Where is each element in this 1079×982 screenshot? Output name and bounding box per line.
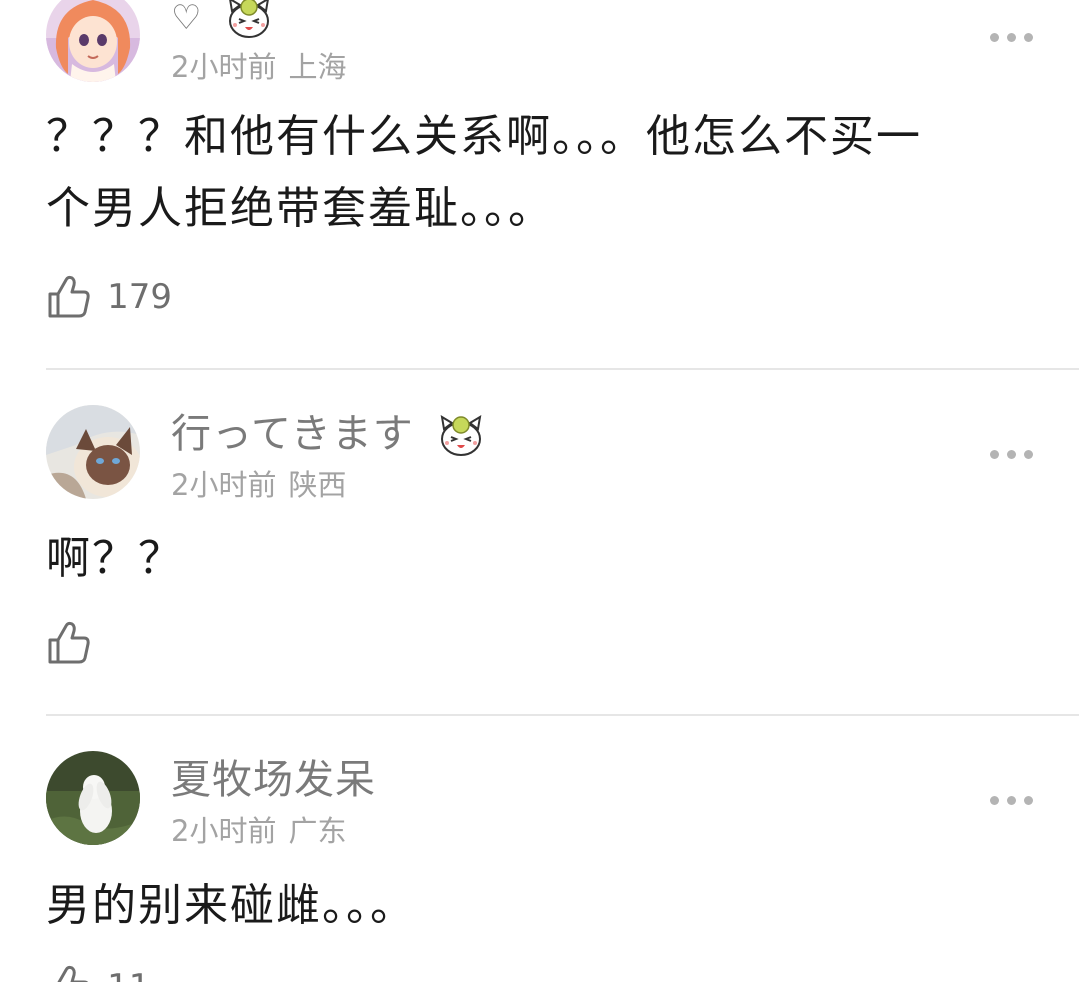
avatar[interactable] bbox=[46, 751, 140, 845]
comment-location: 广东 bbox=[288, 814, 347, 848]
like-count: 11 bbox=[107, 967, 150, 982]
comment-meta: 2小时前 陕西 bbox=[171, 468, 346, 502]
comment-meta: 2小时前 广东 bbox=[171, 814, 346, 848]
comment-text-line: 啊？？ bbox=[46, 533, 184, 584]
more-options-icon[interactable] bbox=[990, 794, 1034, 806]
comment-time: 2小时前 bbox=[171, 468, 277, 502]
comment-time: 2小时前 bbox=[171, 814, 277, 848]
comment-time: 2小时前 bbox=[171, 50, 277, 84]
cat-badge-icon bbox=[226, 0, 272, 39]
like-count: 179 bbox=[107, 277, 172, 317]
username[interactable]: ♡ bbox=[171, 0, 272, 42]
comment-text-line: 个男人拒绝带套羞耻。。。 bbox=[46, 183, 554, 234]
heart-icon: ♡ bbox=[171, 0, 203, 38]
thumbs-up-icon bbox=[48, 621, 90, 664]
divider bbox=[46, 714, 1079, 716]
more-options-icon[interactable] bbox=[990, 448, 1034, 460]
divider bbox=[46, 368, 1079, 370]
avatar[interactable] bbox=[46, 0, 140, 82]
thumbs-up-icon bbox=[48, 275, 90, 318]
like-button[interactable]: 179 bbox=[46, 274, 172, 322]
comment-meta: 2小时前 上海 bbox=[171, 50, 346, 84]
comment-text-line: ？？？和他有什么关系啊。。。他怎么不买一 bbox=[46, 111, 922, 162]
cat-badge-icon bbox=[438, 415, 484, 457]
like-button[interactable]: 11 bbox=[46, 964, 150, 982]
username-text: 夏牧场发呆 bbox=[171, 757, 376, 803]
comment-text: 男的别来碰雌。。。 bbox=[46, 870, 1036, 942]
thumbs-up-icon bbox=[57, 965, 89, 982]
comment-text-line: 男的别来碰雌。。。 bbox=[46, 880, 416, 931]
comment-text: ？？？和他有什么关系啊。。。他怎么不买一 个男人拒绝带套羞耻。。。 bbox=[46, 101, 1036, 245]
comment-location: 陕西 bbox=[288, 468, 347, 502]
avatar[interactable] bbox=[46, 405, 140, 499]
comment-location: 上海 bbox=[288, 50, 347, 84]
username[interactable]: 夏牧场发呆 bbox=[171, 756, 376, 804]
comment-text: 啊？？ bbox=[46, 523, 1036, 595]
more-options-icon[interactable] bbox=[990, 31, 1034, 43]
username[interactable]: 行ってきます bbox=[171, 410, 484, 458]
username-text: 行ってきます bbox=[171, 411, 414, 457]
like-button[interactable] bbox=[46, 620, 107, 668]
